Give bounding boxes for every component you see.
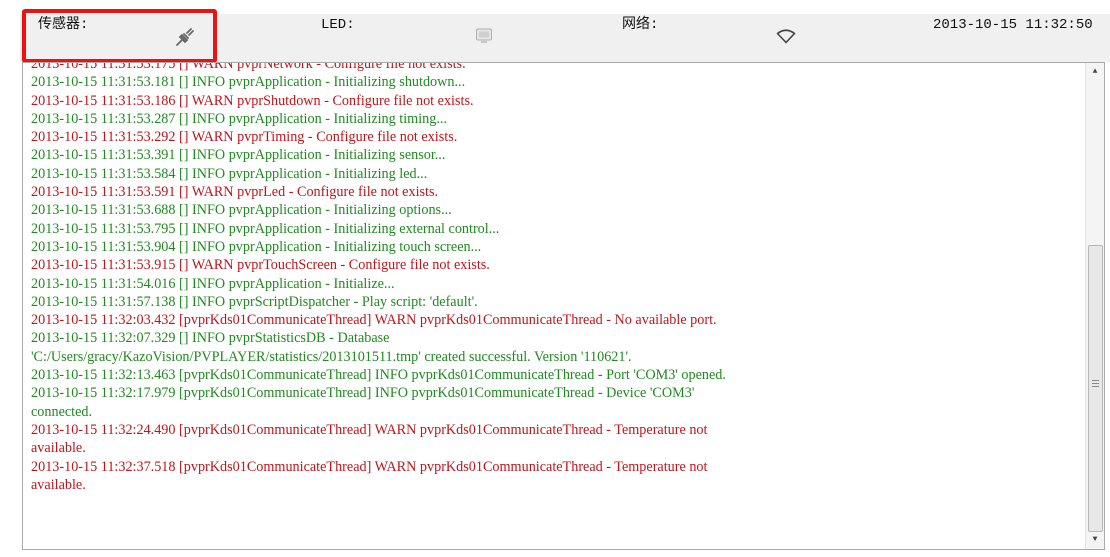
log-line: 2013-10-15 11:31:53.391 [] INFO pvprAppl… [31, 147, 446, 164]
log-line: 2013-10-15 11:31:53.584 [] INFO pvprAppl… [31, 165, 428, 182]
led-label: LED: [321, 17, 355, 33]
log-line: 2013-10-15 11:31:53.688 [] INFO pvprAppl… [31, 202, 452, 219]
log-line: 2013-10-15 11:32:37.518 [pvprKds01Commun… [31, 458, 708, 493]
log-line: 2013-10-15 11:31:53.186 [] WARN pvprShut… [31, 92, 474, 109]
log-line: 2013-10-15 11:32:17.979 [pvprKds01Commun… [31, 385, 695, 420]
log-line: 2013-10-15 11:31:53.795 [] INFO pvprAppl… [31, 220, 500, 237]
log-line: 2013-10-15 11:31:53.292 [] WARN pvprTimi… [31, 129, 458, 146]
log-line: 2013-10-15 11:32:03.432 [pvprKds01Commun… [31, 312, 717, 329]
log-line: 2013-10-15 11:32:13.463 [pvprKds01Commun… [31, 367, 726, 384]
arrow-down-icon[interactable]: ▼ [1086, 531, 1104, 549]
log-line: 2013-10-15 11:31:53.591 [] WARN pvprLed … [31, 184, 439, 201]
log-line: 2013-10-15 11:31:53.181 [] INFO pvprAppl… [31, 74, 466, 91]
vertical-scrollbar[interactable]: ▲ ▼ [1085, 63, 1104, 549]
arrow-up-icon[interactable]: ▲ [1086, 63, 1104, 81]
log-line: 2013-10-15 11:31:53.287 [] INFO pvprAppl… [31, 110, 447, 127]
log-line: 2013-10-15 11:31:53.904 [] INFO pvprAppl… [31, 238, 482, 255]
scrollbar-thumb[interactable] [1088, 245, 1103, 532]
log-line: 2013-10-15 11:31:53.175 [] WARN pvprNetw… [31, 62, 466, 72]
log-line: 2013-10-15 11:31:54.016 [] INFO pvprAppl… [31, 275, 395, 292]
log-panel[interactable]: 2013-10-15 11:31:53.175 [] WARN pvprNetw… [22, 62, 1105, 550]
network-label: 网络: [622, 17, 659, 33]
log-line: 2013-10-15 11:31:53.915 [] WARN pvprTouc… [31, 257, 490, 274]
log-line: 2013-10-15 11:31:57.138 [] INFO pvprScri… [31, 293, 478, 310]
log-line: 2013-10-15 11:32:24.490 [pvprKds01Commun… [31, 421, 708, 457]
log-line: 2013-10-15 11:32:07.329 [] INFO pvprStat… [31, 330, 632, 365]
sensor-highlight-box [22, 9, 217, 63]
log-lines: 2013-10-15 11:31:53.175 [] WARN pvprNetw… [31, 62, 1079, 494]
datetime: 2013-10-15 11:32:50 [933, 17, 1093, 33]
wifi-icon [776, 29, 796, 49]
monitor-icon [475, 27, 493, 50]
